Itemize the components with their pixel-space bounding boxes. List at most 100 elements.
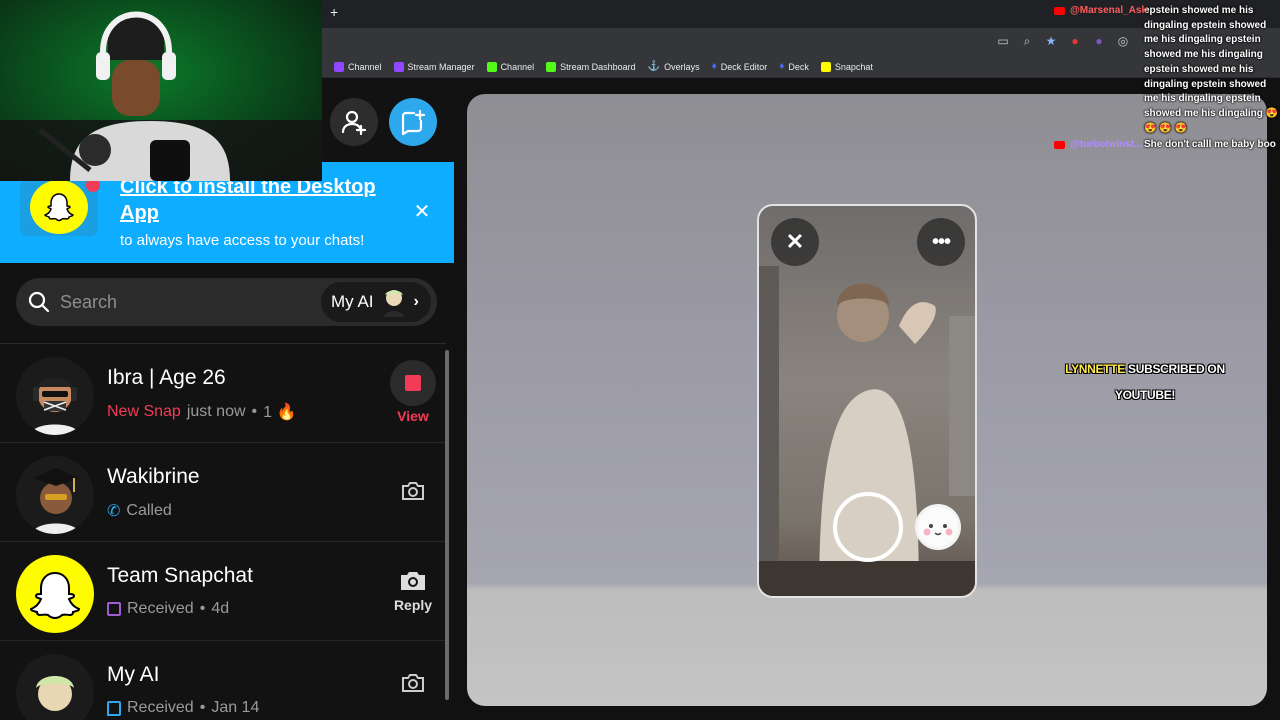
chat-text: She don't calll me baby boo (1144, 139, 1276, 151)
anchor-icon: ⚓ (647, 61, 661, 72)
bookmark-stream-dashboard[interactable]: Stream Dashboard (546, 61, 636, 72)
bookmark-stream-manager[interactable]: Stream Manager (393, 61, 475, 72)
new-tab-button[interactable]: + (330, 4, 338, 20)
bookmark-label: Channel (500, 61, 535, 72)
my-ai-button[interactable]: My AI › (321, 282, 431, 322)
search-icon (28, 291, 50, 313)
bookmark-label: Channel (348, 61, 382, 72)
avatar (16, 555, 94, 633)
banner-subtitle: to always have access to your chats! (120, 232, 365, 249)
kick-icon (546, 61, 557, 72)
ghost-logo (30, 180, 88, 234)
bitmoji-avatar (16, 357, 94, 435)
chat-name: Wakibrine (107, 465, 200, 488)
twitch-icon (334, 61, 344, 72)
chat-name: Ibra | Age 26 (107, 366, 226, 389)
close-banner-button[interactable]: ✕ (412, 202, 432, 222)
more-icon: ••• (931, 230, 951, 253)
chat-row-wakibrine[interactable]: Wakibrine ✆ Called (0, 443, 446, 542)
bitmoji-avatar (16, 456, 94, 534)
bookmark-label: Deck Editor (720, 61, 768, 72)
bookmark-snapchat[interactable]: Snapchat (820, 61, 873, 72)
youtube-icon (1054, 141, 1065, 150)
stream-chat-overlay: @Marsenal_Ask epstein showed me his ding… (1052, 4, 1280, 153)
new-chat-icon (401, 109, 426, 136)
bookmark-label: Stream Manager (407, 61, 475, 72)
avatar (16, 357, 94, 435)
ghost-icon (44, 193, 74, 222)
chat-list-scrollbar[interactable] (444, 350, 450, 710)
camera-reply-button[interactable] (390, 671, 436, 698)
bookmark-deck[interactable]: ♦ Deck (779, 61, 809, 72)
snap-badge (390, 360, 436, 406)
webcam-overlay (0, 0, 322, 181)
lens-face-icon (918, 507, 958, 547)
chat-row-my-ai[interactable]: My AI Received • Jan 14 (0, 641, 446, 720)
chat-message: @Marsenal_Ask epstein showed me his ding… (1052, 4, 1280, 136)
alert-username: LYNNETTE (1065, 362, 1125, 376)
separator-dot: • (199, 699, 206, 716)
close-icon: ✕ (785, 229, 805, 254)
streamer-webcam-image (0, 11, 322, 181)
chat-time: 4d (211, 600, 230, 617)
avatar (16, 456, 94, 534)
chat-row-ibra[interactable]: Ibra | Age 26 New Snap just now • 1 🔥 Vi… (0, 344, 446, 443)
camera-icon (402, 482, 424, 500)
new-snap-status: New Snap (107, 403, 181, 420)
bookmark-channel[interactable]: Channel (334, 61, 382, 72)
snapchat-logo (20, 178, 100, 236)
separator-dot: • (251, 403, 258, 420)
received-status: Received (127, 600, 194, 617)
my-ai-avatar (383, 290, 404, 317)
lens-button[interactable] (915, 504, 961, 550)
alert-text: SUBSCRIBED ON YOUTUBE! (1114, 362, 1225, 402)
received-status: Received (127, 699, 194, 716)
chat-name: Team Snapchat (107, 564, 253, 587)
chat-time: Jan 14 (211, 699, 260, 716)
chat-meta: Received • Jan 14 (107, 699, 259, 717)
bookmark-label: Overlays (664, 61, 700, 72)
reply-button[interactable]: Reply (390, 568, 436, 613)
close-snap-button[interactable]: ✕ (771, 218, 819, 266)
camera-icon (401, 572, 425, 590)
view-label: View (397, 408, 429, 424)
deck-icon: ♦ (779, 61, 785, 72)
ghost-icon (29, 571, 81, 620)
my-ai-label: My AI (331, 292, 374, 311)
snapchat-icon (820, 61, 831, 72)
cast-icon[interactable]: ▭ (996, 34, 1010, 48)
chat-time: just now (186, 403, 246, 420)
scrollbar-thumb[interactable] (445, 350, 449, 700)
search-bar[interactable]: My AI › (16, 278, 437, 326)
received-chat-icon (107, 700, 121, 716)
received-snap-icon (107, 602, 121, 616)
youtube-icon (1054, 7, 1065, 15)
bookmark-overlays[interactable]: ⚓ Overlays (648, 61, 700, 72)
bookmark-deck-editor[interactable]: ♦ Deck Editor (712, 61, 768, 72)
new-snap-icon (405, 375, 421, 391)
deck-icon: ♦ (711, 61, 717, 72)
phone-call-icon: ✆ (107, 503, 121, 520)
chat-name: My AI (107, 663, 160, 686)
install-desktop-link[interactable]: Click to install the Desktop App (120, 174, 400, 226)
add-friend-icon (341, 110, 367, 136)
chat-row-team-snapchat[interactable]: Team Snapchat Received • 4d Reply (0, 542, 446, 641)
streak-count: 1 🔥 (263, 404, 297, 421)
bookmark-label: Stream Dashboard (560, 61, 636, 72)
capture-button[interactable] (833, 492, 903, 562)
search-input[interactable] (60, 287, 310, 317)
snap-preview-frame: ✕ ••• (757, 204, 977, 598)
new-chat-button[interactable] (389, 98, 437, 146)
view-snap-button[interactable]: View (390, 360, 436, 424)
zoom-icon[interactable]: ⌕ (1020, 34, 1034, 48)
more-options-button[interactable]: ••• (917, 218, 965, 266)
camera-icon (402, 674, 424, 692)
chat-meta: Received • 4d (107, 600, 229, 618)
call-status: Called (126, 502, 172, 519)
chevron-right-icon: › (413, 293, 419, 310)
add-friend-button[interactable] (330, 98, 378, 146)
chat-username: @Marsenal_Ask (1070, 5, 1148, 16)
bookmark-channel[interactable]: Channel (486, 61, 535, 72)
chat-message: @turbotwinst... She don't calll me baby … (1052, 138, 1280, 153)
camera-reply-button[interactable] (390, 479, 436, 506)
